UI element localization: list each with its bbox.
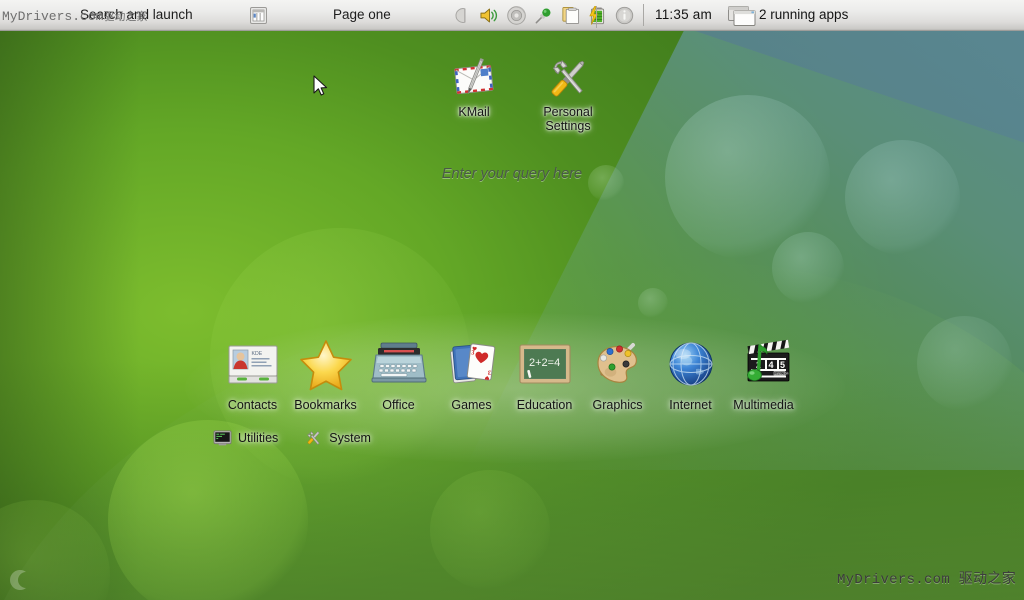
- launcher-graphics[interactable]: Graphics: [581, 333, 654, 412]
- device-notifier-icon[interactable]: [504, 3, 529, 29]
- clock-separator: [643, 4, 644, 26]
- launcher-label: Multimedia: [733, 398, 793, 412]
- svg-text:KDE: KDE: [251, 351, 262, 357]
- desktop-toolbox-icon[interactable]: [6, 568, 30, 592]
- tray-collapse-arrow-icon[interactable]: [450, 3, 475, 29]
- launcher-label: Utilities: [238, 431, 278, 445]
- launcher-label: System: [329, 431, 371, 445]
- running-apps-label[interactable]: 2 running apps: [759, 7, 848, 22]
- svg-text:4: 4: [768, 360, 773, 370]
- launcher-label: Internet: [669, 398, 711, 412]
- education-blackboard-icon: 2+2=4: [515, 333, 575, 395]
- launcher-label: Graphics: [592, 398, 642, 412]
- utilities-terminal-icon: [213, 429, 232, 447]
- launcher-label: Bookmarks: [294, 398, 357, 412]
- launcher-education[interactable]: 2+2=4 Education: [508, 333, 581, 412]
- office-typewriter-icon: [369, 333, 429, 395]
- favorite-personal-settings[interactable]: Personal Settings: [534, 55, 602, 133]
- launcher-label: Contacts: [228, 398, 277, 412]
- clock[interactable]: 11:35 am: [655, 7, 712, 22]
- query-placeholder[interactable]: Enter your query here: [0, 166, 1024, 182]
- search-and-launch-label[interactable]: Search and launch: [80, 7, 193, 22]
- graphics-palette-icon: [588, 333, 648, 395]
- svg-text:5: 5: [780, 360, 785, 370]
- favorite-label: Personal Settings: [534, 106, 602, 133]
- launcher-games[interactable]: 3 3 Games: [435, 333, 508, 412]
- launchers-row: KDE Contacts: [216, 333, 800, 412]
- page-one-label[interactable]: Page one: [333, 7, 391, 22]
- system-tools-icon: [304, 429, 323, 447]
- page-switcher-icon[interactable]: [250, 7, 267, 24]
- launcher-internet[interactable]: Internet: [654, 333, 727, 412]
- launchers-row-secondary: Utilities System: [213, 429, 371, 447]
- battery-charging-icon[interactable]: [585, 3, 610, 29]
- launcher-utilities[interactable]: Utilities: [213, 429, 278, 447]
- clipboard-icon[interactable]: [558, 3, 583, 29]
- desktop-content: KMail: [0, 31, 1024, 600]
- launcher-office[interactable]: Office: [362, 333, 435, 412]
- launcher-bookmarks[interactable]: Bookmarks: [289, 333, 362, 412]
- launcher-label: Games: [451, 398, 491, 412]
- volume-speaker-icon[interactable]: [477, 3, 502, 29]
- bookmarks-star-icon: [296, 333, 356, 395]
- favorite-label: KMail: [458, 106, 489, 120]
- launcher-system[interactable]: System: [304, 429, 371, 447]
- launcher-contacts[interactable]: KDE Contacts: [216, 333, 289, 412]
- launcher-label: Education: [517, 398, 573, 412]
- personal-settings-tools-icon: [543, 55, 593, 103]
- svg-text:DIRECTOR: DIRECTOR: [775, 371, 789, 375]
- info-icon[interactable]: [612, 3, 637, 29]
- favorite-kmail[interactable]: KMail: [440, 55, 508, 133]
- favorites-row: KMail: [440, 55, 602, 133]
- multimedia-clapperboard-icon: 245 DIRECTOR: [734, 333, 794, 395]
- svg-text:2+2=4: 2+2=4: [529, 357, 560, 369]
- games-cards-icon: 3 3: [442, 333, 502, 395]
- launcher-multimedia[interactable]: 245 DIRECTOR Multimedia: [727, 333, 800, 412]
- top-panel: Search and launch Page one: [0, 0, 1024, 31]
- pin-icon[interactable]: [531, 3, 556, 29]
- windows-stack-icon[interactable]: [726, 4, 758, 28]
- contacts-card-icon: KDE: [223, 333, 283, 395]
- launcher-label: Office: [382, 398, 414, 412]
- tray-separator: [596, 6, 597, 28]
- system-tray: [450, 2, 637, 29]
- internet-globe-icon: [661, 333, 721, 395]
- kmail-envelope-icon: [449, 55, 499, 103]
